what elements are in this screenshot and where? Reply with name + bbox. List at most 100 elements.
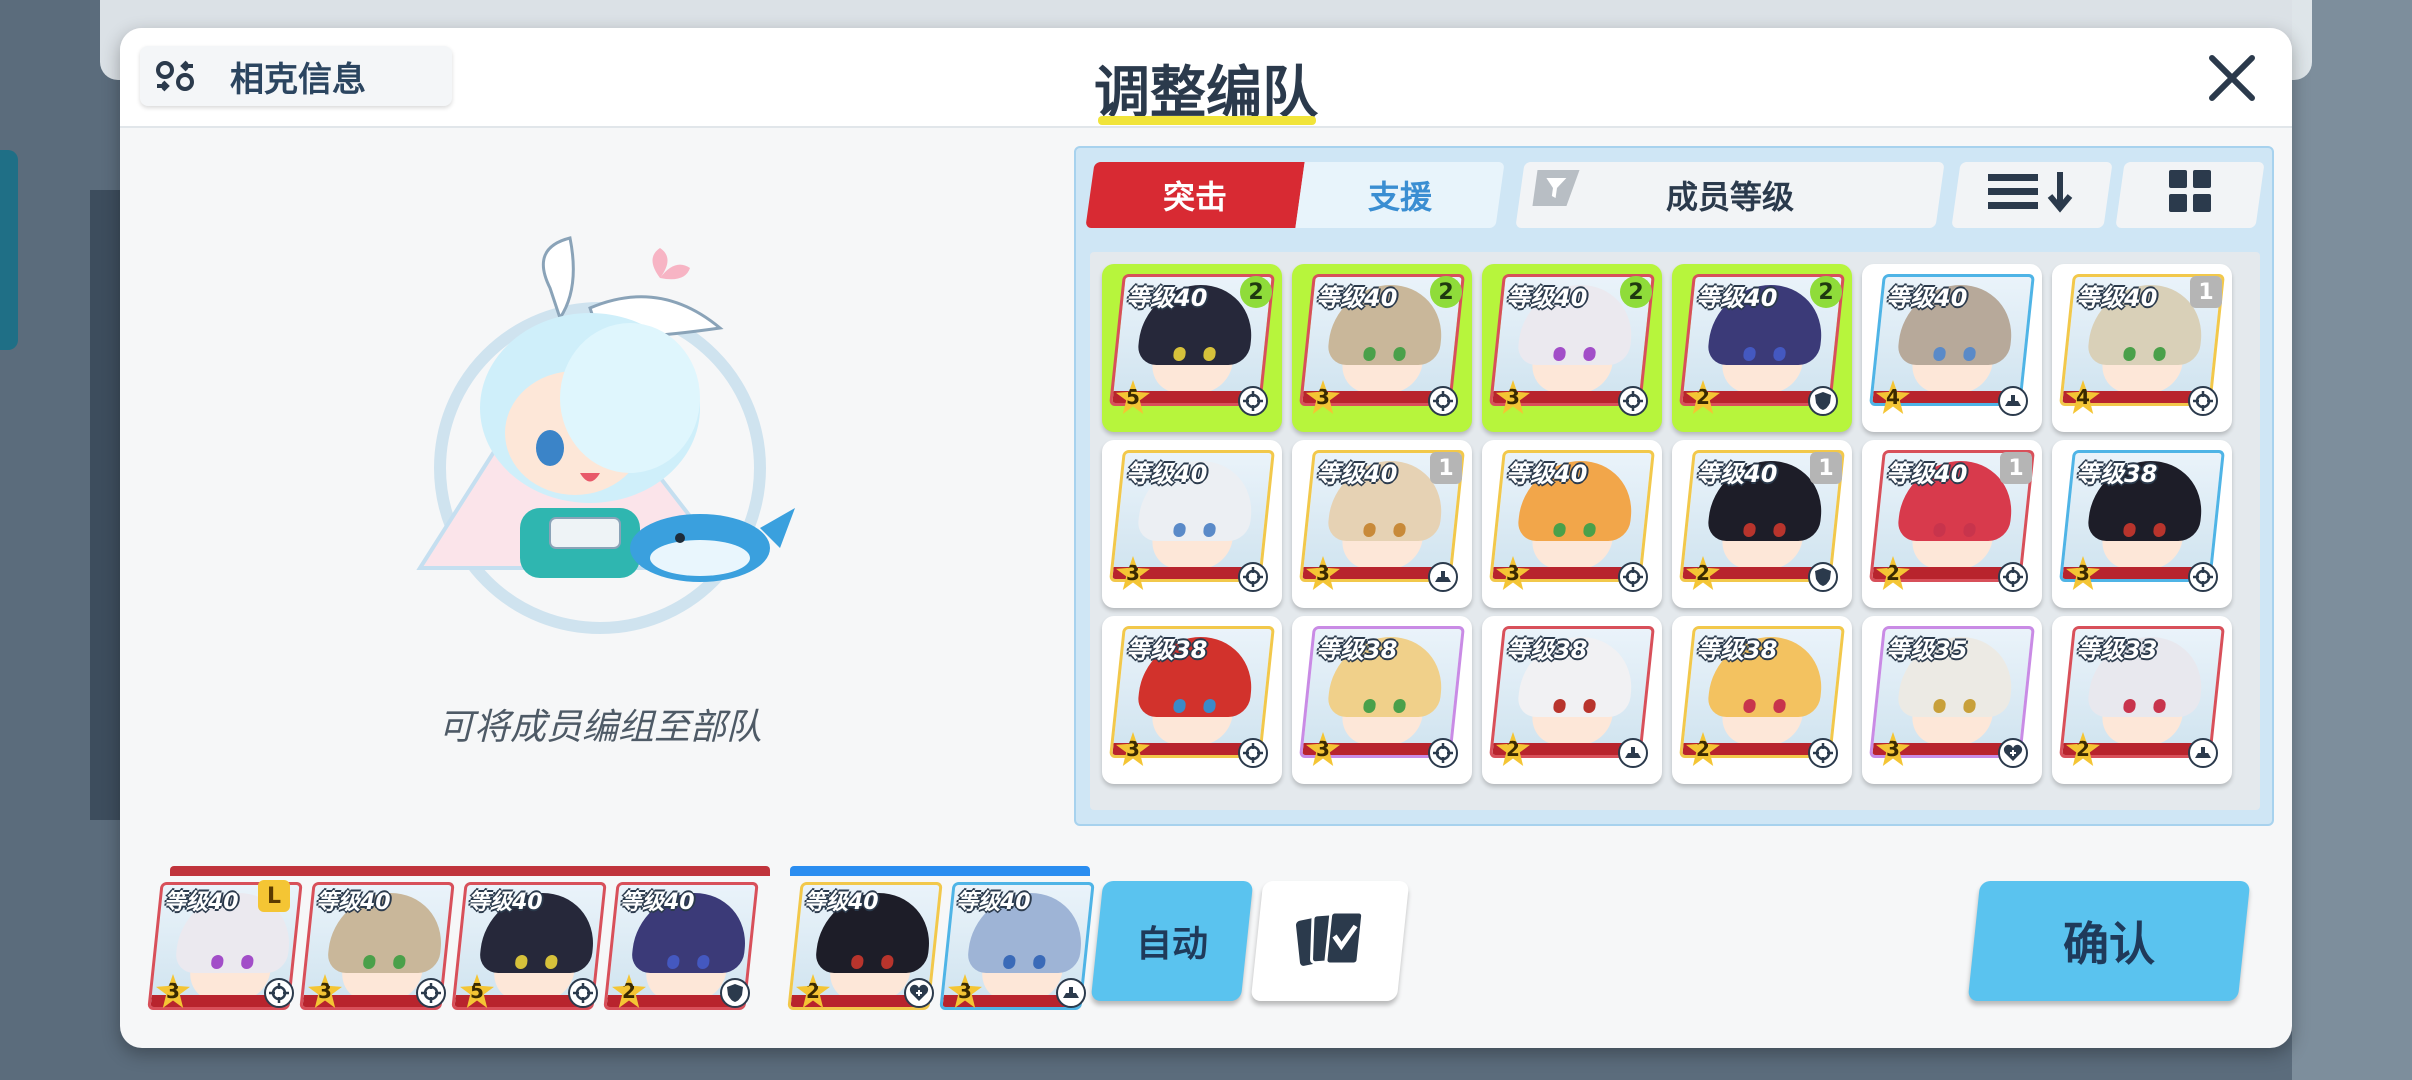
student-card[interactable]: 等级40 1 4 — [2052, 264, 2232, 432]
student-card[interactable]: 等级40 1 2 — [1672, 440, 1852, 608]
student-level: 等级40 — [1696, 284, 1778, 312]
auto-formation-label: 自动 — [1135, 924, 1208, 965]
team-slot-card[interactable]: 等级40 3 — [299, 878, 455, 1018]
formation-preview-panel: 可将成员编组至部队 — [120, 128, 1080, 848]
student-card[interactable]: 等级40 1 3 — [1292, 440, 1472, 608]
chibi-illustration — [400, 228, 800, 668]
student-count-badge: 2 — [1240, 276, 1272, 308]
card-deck-icon — [1295, 910, 1365, 966]
student-card[interactable]: 等级38 3 — [1292, 616, 1472, 784]
student-level: 等级40 — [1886, 284, 1968, 312]
tab-support-label: 支援 — [1367, 178, 1432, 216]
team-slot-card[interactable]: 等级40 L 3 — [147, 878, 303, 1018]
student-level: 等级40 — [468, 890, 543, 915]
striker-slots: 等级40 L 3 等级40 3 等级40 5 等级40 2 — [147, 878, 759, 1018]
shield-icon — [720, 978, 750, 1008]
student-level: 等级40 — [1506, 460, 1588, 488]
student-count-badge: 2 — [1430, 276, 1462, 308]
tab-assault[interactable]: 突击 — [1085, 162, 1305, 228]
student-count-badge: 1 — [1430, 452, 1462, 484]
student-level: 等级40 — [316, 890, 391, 915]
crosshair-icon — [1238, 562, 1268, 592]
student-level: 等级40 — [804, 890, 879, 915]
confirm-button[interactable]: 确认 — [1967, 881, 2251, 1001]
student-count-badge: 2 — [1810, 276, 1842, 308]
student-level: 等级40 — [1886, 460, 1968, 488]
student-level: 等级33 — [2076, 636, 2158, 664]
crosshair-icon — [264, 978, 294, 1008]
student-card[interactable]: 等级40 2 2 — [1672, 264, 1852, 432]
student-level: 等级40 — [2076, 284, 2158, 312]
tab-assault-label: 突击 — [1162, 178, 1227, 216]
team-slot-card[interactable]: 等级40 2 — [787, 878, 943, 1018]
crosshair-icon — [416, 978, 446, 1008]
shield-icon — [1808, 562, 1838, 592]
crosshair-icon — [568, 978, 598, 1008]
crosshair-icon — [2188, 562, 2218, 592]
student-count-badge: 1 — [1810, 452, 1842, 484]
student-card[interactable]: 等级33 2 — [2052, 616, 2232, 784]
student-level: 等级40 — [1126, 284, 1208, 312]
student-count-badge: 1 — [2000, 452, 2032, 484]
crosshair-icon — [2188, 386, 2218, 416]
tank-icon — [2188, 738, 2218, 768]
dialog-header: 相克信息 调整编队 — [120, 28, 2292, 128]
filter-label: 成员等级 — [1665, 178, 1794, 216]
student-card[interactable]: 等级40 2 5 — [1102, 264, 1282, 432]
student-card-grid: 等级40 2 5 等级40 2 3 等级40 2 3 等级40 2 2 等级40 4 等级40 1 4 等级40 3… — [1090, 252, 2260, 810]
sort-descending-icon — [1988, 172, 2073, 213]
team-slot-card[interactable]: 等级40 2 — [603, 878, 759, 1018]
student-level: 等级40 — [1316, 284, 1398, 312]
student-count-badge: 2 — [1620, 276, 1652, 308]
tank-icon — [1428, 562, 1458, 592]
crosshair-icon — [1808, 738, 1838, 768]
student-level: 等级40 — [1506, 284, 1588, 312]
student-card[interactable]: 等级38 3 — [1102, 616, 1282, 784]
student-card[interactable]: 等级40 2 3 — [1292, 264, 1472, 432]
background-side-tab — [0, 150, 18, 350]
grid-view-button[interactable] — [2115, 162, 2265, 228]
team-slot-card[interactable]: 等级40 5 — [451, 878, 607, 1018]
student-card[interactable]: 等级40 2 3 — [1482, 264, 1662, 432]
student-roster-panel: 突击 支援 成员等级 等级40 2 5 等级40 2 3 等级40 2 3 等级… — [1074, 146, 2274, 826]
student-card[interactable]: 等级38 2 — [1672, 616, 1852, 784]
auto-formation-button[interactable]: 自动 — [1090, 881, 1254, 1001]
tab-support[interactable]: 支援 — [1295, 162, 1505, 228]
grid-view-icon — [2169, 170, 2211, 212]
student-card[interactable]: 等级38 2 — [1482, 616, 1662, 784]
filter-dropdown[interactable]: 成员等级 — [1515, 162, 1945, 228]
crosshair-icon — [1428, 738, 1458, 768]
tank-icon — [1056, 978, 1086, 1008]
roster-toolbar: 突击 支援 成员等级 — [1085, 162, 2265, 232]
student-level: 等级38 — [1506, 636, 1588, 664]
student-card[interactable]: 等级40 4 — [1862, 264, 2042, 432]
student-level: 等级40 — [956, 890, 1031, 915]
student-level: 等级35 — [1886, 636, 1968, 664]
student-card[interactable]: 等级40 3 — [1102, 440, 1282, 608]
student-card[interactable]: 等级40 3 — [1482, 440, 1662, 608]
student-level: 等级40 — [620, 890, 695, 915]
preset-deck-button[interactable] — [1250, 881, 1410, 1001]
special-team-strip — [790, 866, 1090, 876]
student-card[interactable]: 等级40 1 2 — [1862, 440, 2042, 608]
striker-team: 等级40 L 3 等级40 3 等级40 5 等级40 2 — [147, 866, 770, 1026]
striker-team-strip — [170, 866, 770, 876]
student-level: 等级40 — [1126, 460, 1208, 488]
student-level: 等级40 — [1316, 460, 1398, 488]
team-slot-card[interactable]: 等级40 3 — [939, 878, 1095, 1018]
close-button[interactable] — [2202, 48, 2262, 108]
sort-order-button[interactable] — [1951, 162, 2113, 228]
heal-icon — [904, 978, 934, 1008]
student-card[interactable]: 等级38 3 — [2052, 440, 2232, 608]
confirm-label: 确认 — [2063, 917, 2155, 971]
filter-icon — [1532, 170, 1580, 206]
crosshair-icon — [1618, 562, 1648, 592]
special-slots: 等级40 2 等级40 3 — [787, 878, 1095, 1018]
shield-icon — [1808, 386, 1838, 416]
crosshair-icon — [1238, 738, 1268, 768]
student-level: 等级38 — [1696, 636, 1778, 664]
student-level: 等级40 — [164, 890, 239, 915]
student-level: 等级38 — [1126, 636, 1208, 664]
student-card[interactable]: 等级35 3 — [1862, 616, 2042, 784]
crosshair-icon — [1998, 562, 2028, 592]
